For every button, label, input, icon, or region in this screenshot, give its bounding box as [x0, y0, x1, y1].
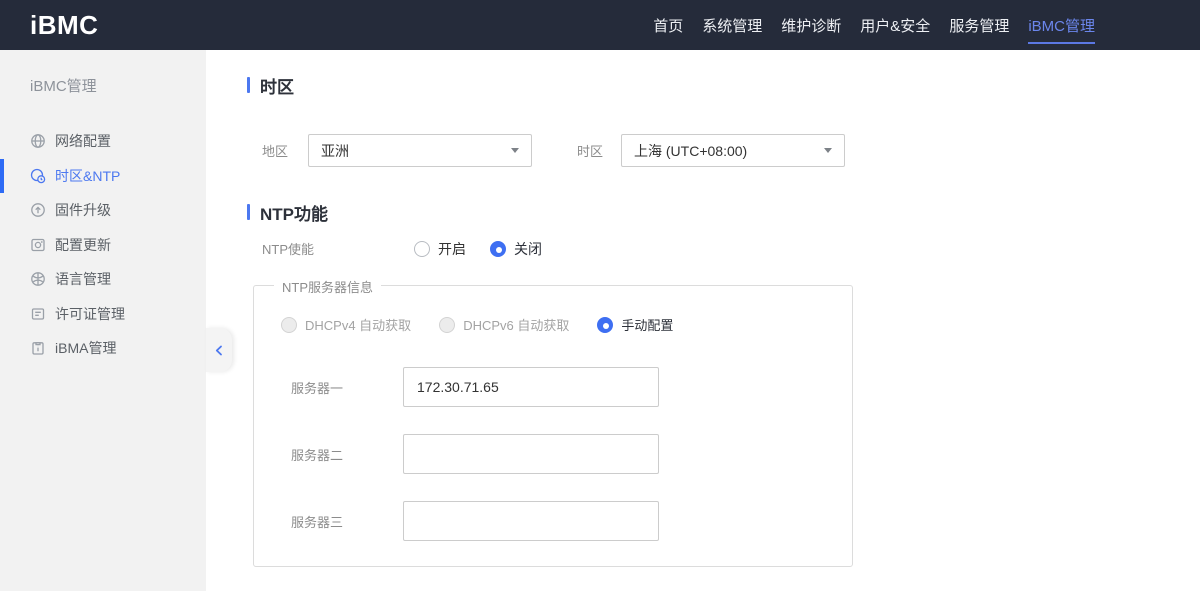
timezone-clock-icon: [30, 168, 46, 184]
server-two-input[interactable]: [403, 434, 659, 474]
network-globe-icon: [30, 133, 46, 149]
sidebar-item-network-config[interactable]: 网络配置: [0, 124, 206, 159]
radio-disabled-icon: [281, 316, 297, 333]
server-one-input[interactable]: [403, 367, 659, 407]
sidebar-item-label: 网络配置: [55, 133, 111, 150]
radio-option-ntp-off[interactable]: 关闭: [490, 239, 542, 259]
nav-label: 用户&安全: [860, 17, 931, 35]
nav-label: iBMC管理: [1028, 17, 1095, 35]
nav-label: 维护诊断: [781, 17, 842, 35]
main-content: 时区 地区 亚洲 时区 上海 (UTC+08:00) NTP功能 NTP使能 开…: [206, 50, 1200, 591]
nav-item-system-management[interactable]: 系统管理: [702, 0, 762, 50]
ibmc-logo: iBMC: [30, 9, 99, 40]
active-tab-underline: [1028, 42, 1095, 44]
radio-label: 手动配置: [621, 318, 674, 333]
config-update-icon: [30, 237, 46, 253]
section-accent-bar: [247, 77, 250, 93]
server-two-row: 服务器二: [254, 434, 852, 474]
sidebar-item-config-update[interactable]: 配置更新: [0, 228, 206, 263]
section-accent-bar: [247, 204, 250, 220]
radio-label: 开启: [438, 240, 466, 257]
active-indicator-bar: [0, 158, 4, 193]
timezone-label: 时区: [577, 144, 604, 159]
nav-label: 服务管理: [949, 17, 1010, 35]
section-title-text: NTP功能: [260, 204, 328, 224]
server-two-label: 服务器二: [291, 447, 344, 463]
radio-checked-icon: [597, 316, 614, 333]
radio-checked-icon: [490, 240, 506, 257]
sidebar-title: iBMC管理: [30, 78, 97, 95]
language-icon: [30, 271, 46, 287]
timezone-form-row: 地区 亚洲 时区 上海 (UTC+08:00): [247, 134, 1200, 167]
radio-unchecked-icon: [414, 240, 430, 257]
timezone-select[interactable]: 上海 (UTC+08:00): [621, 134, 845, 167]
server-three-row: 服务器三: [254, 501, 852, 541]
ibma-clipboard-icon: [30, 340, 46, 356]
ntp-section-title: NTP功能: [247, 202, 1200, 224]
ntp-enable-label: NTP使能: [262, 242, 315, 257]
sidebar-menu: 网络配置 时区&NTP 固件升级 配置更新 语言管理 许可证管理 iBMA管理: [0, 124, 206, 366]
sidebar-item-label: 固件升级: [55, 202, 111, 219]
top-navigation: 首页 系统管理 维护诊断 用户&安全 服务管理 iBMC管理: [653, 0, 1095, 50]
server-one-label: 服务器一: [291, 380, 344, 396]
ntp-enable-row: NTP使能 开启 关闭: [247, 240, 1200, 257]
sidebar-item-ibma-management[interactable]: iBMA管理: [0, 331, 206, 366]
sidebar-item-firmware-upgrade[interactable]: 固件升级: [0, 193, 206, 228]
sidebar-item-label: 许可证管理: [55, 305, 125, 322]
timezone-select-value: 上海 (UTC+08:00): [634, 142, 748, 159]
nav-label: 首页: [653, 17, 684, 35]
nav-item-home[interactable]: 首页: [653, 0, 683, 50]
radio-option-dhcpv6-auto: DHCPv6 自动获取: [439, 315, 569, 334]
sidebar: iBMC管理 网络配置 时区&NTP 固件升级 配置更新 语言管理 许可证管理 …: [0, 50, 206, 591]
top-navbar: iBMC 首页 系统管理 维护诊断 用户&安全 服务管理 iBMC管理: [0, 0, 1200, 50]
sidebar-item-timezone-ntp[interactable]: 时区&NTP: [0, 158, 206, 193]
license-icon: [30, 306, 46, 322]
sidebar-item-license-management[interactable]: 许可证管理: [0, 297, 206, 332]
nav-item-service-management[interactable]: 服务管理: [949, 0, 1009, 50]
radio-disabled-icon: [439, 316, 456, 333]
ntp-enable-radio-group: 开启 关闭: [414, 239, 542, 259]
nav-label: 系统管理: [702, 17, 763, 35]
sidebar-item-label: 配置更新: [55, 236, 111, 253]
region-label: 地区: [262, 144, 289, 159]
ntp-server-info-group: NTP服务器信息 DHCPv4 自动获取 DHCPv6 自动获取 手动配置 服务…: [253, 277, 853, 567]
caret-down-icon: [511, 148, 519, 153]
region-select-value: 亚洲: [321, 142, 349, 159]
section-title-text: 时区: [260, 77, 294, 97]
sidebar-item-language-management[interactable]: 语言管理: [0, 262, 206, 297]
server-three-label: 服务器三: [291, 514, 344, 530]
nav-item-user-security[interactable]: 用户&安全: [860, 0, 930, 50]
radio-label: DHCPv6 自动获取: [463, 318, 570, 333]
radio-option-dhcpv4-auto: DHCPv4 自动获取: [281, 315, 411, 334]
nav-item-maintenance-diagnosis[interactable]: 维护诊断: [781, 0, 841, 50]
server-one-row: 服务器一: [254, 367, 852, 407]
caret-down-icon: [824, 148, 832, 153]
radio-label: DHCPv4 自动获取: [305, 318, 412, 333]
sidebar-item-label: 语言管理: [55, 271, 111, 288]
ntp-server-info-legend: NTP服务器信息: [274, 277, 382, 296]
sidebar-item-label: iBMA管理: [55, 340, 117, 357]
sidebar-item-label: 时区&NTP: [55, 167, 121, 184]
firmware-upgrade-icon: [30, 202, 46, 218]
server-three-input[interactable]: [403, 501, 659, 541]
radio-option-manual-config[interactable]: 手动配置: [597, 315, 673, 334]
nav-item-ibmc-management[interactable]: iBMC管理: [1028, 0, 1095, 50]
radio-option-ntp-on[interactable]: 开启: [414, 239, 466, 259]
region-select[interactable]: 亚洲: [308, 134, 532, 167]
timezone-section-title: 时区: [247, 75, 1200, 97]
radio-label: 关闭: [514, 240, 542, 257]
